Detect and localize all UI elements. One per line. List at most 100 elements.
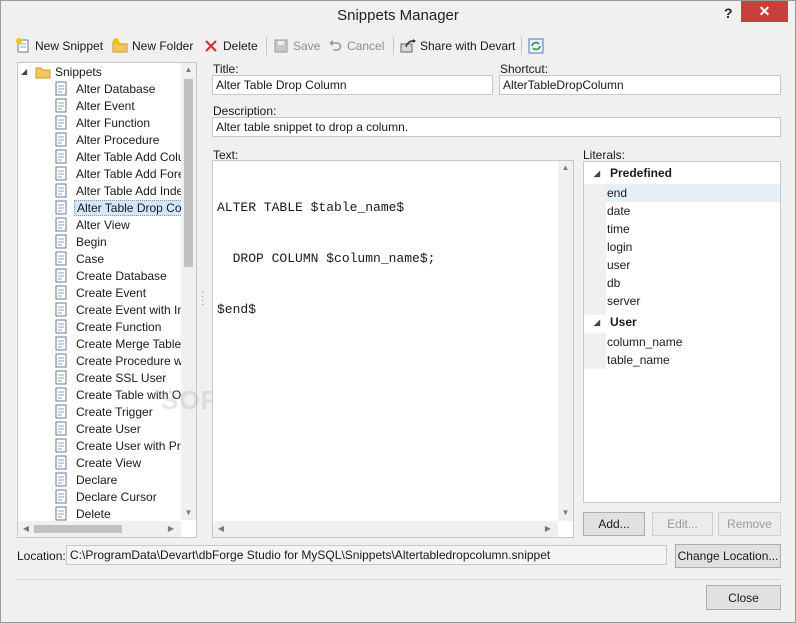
- tree-item[interactable]: Begin: [54, 233, 109, 250]
- literals-gutter: [584, 184, 606, 315]
- snippet-file-icon: [54, 268, 74, 283]
- tree-horizontal-scrollbar[interactable]: ◀ ▶: [18, 521, 181, 537]
- tree-root-snippets[interactable]: ◢ Snippets: [21, 63, 104, 80]
- snippet-file-icon: [54, 81, 74, 96]
- new-snippet-button[interactable]: New Snippet: [15, 35, 103, 57]
- edit-literal-button[interactable]: Edit...: [652, 512, 713, 536]
- scroll-left-arrow-icon[interactable]: ◀: [216, 524, 226, 533]
- location-label: Location:: [17, 549, 66, 563]
- literal-item[interactable]: db: [606, 274, 780, 292]
- tree-item[interactable]: Alter Procedure: [54, 131, 161, 148]
- editor-horizontal-scrollbar[interactable]: ◀ ▶: [213, 521, 558, 537]
- tree-item-label: Create User with Priv: [76, 438, 190, 453]
- snippet-file-icon: [54, 166, 74, 181]
- snippet-file-icon: [54, 115, 74, 130]
- refresh-button[interactable]: [528, 35, 544, 57]
- tree-root-label: Snippets: [55, 64, 102, 79]
- collapse-arrow-icon[interactable]: ◢: [584, 169, 610, 178]
- scroll-left-arrow-icon[interactable]: ◀: [21, 524, 31, 533]
- save-button[interactable]: Save: [273, 35, 320, 57]
- share-with-devart-button[interactable]: Share with Devart: [400, 35, 515, 57]
- scroll-thumb[interactable]: [34, 525, 122, 533]
- tree-item[interactable]: Alter Table Add Colu: [54, 148, 187, 165]
- close-window-button[interactable]: ✕: [741, 1, 788, 22]
- scroll-up-arrow-icon[interactable]: ▲: [558, 163, 573, 172]
- tree-item[interactable]: Alter Database: [54, 80, 157, 97]
- tree-item[interactable]: Declare Cursor: [54, 488, 159, 505]
- shortcut-field[interactable]: AlterTableDropColumn: [499, 75, 781, 95]
- tree-item[interactable]: Create Merge Table: [54, 335, 183, 352]
- delete-button[interactable]: Delete: [203, 35, 258, 57]
- tree-item[interactable]: Create Procedure wit: [54, 352, 191, 369]
- tree-item-label: Begin: [76, 234, 107, 249]
- new-folder-button[interactable]: New Folder: [112, 35, 193, 57]
- snippet-file-icon: [54, 319, 74, 334]
- tree-item[interactable]: Create User with Priv: [54, 437, 191, 454]
- tree-item[interactable]: Case: [54, 250, 106, 267]
- cancel-button[interactable]: Cancel: [327, 35, 384, 57]
- change-location-button[interactable]: Change Location...: [675, 544, 781, 568]
- scroll-right-arrow-icon[interactable]: ▶: [543, 524, 553, 533]
- tree-vertical-scrollbar[interactable]: ▲ ▼: [181, 63, 196, 520]
- snippet-file-icon: [54, 387, 74, 402]
- editor-vertical-scrollbar[interactable]: ▲ ▼: [558, 161, 573, 521]
- tree-item[interactable]: Declare: [54, 471, 119, 488]
- collapse-arrow-icon[interactable]: ◢: [21, 67, 35, 76]
- tree-item[interactable]: Create Function: [54, 318, 163, 335]
- literal-item[interactable]: login: [606, 238, 780, 256]
- tree-item[interactable]: Alter Event: [54, 97, 137, 114]
- tree-item[interactable]: Create Event with Int: [54, 301, 189, 318]
- literal-item[interactable]: time: [606, 220, 780, 238]
- tree-item-label: Create SSL User: [76, 370, 167, 385]
- tree-item[interactable]: Create SSL User: [54, 369, 168, 386]
- tree-item[interactable]: Create View: [54, 454, 143, 471]
- literal-item[interactable]: column_name: [606, 333, 780, 351]
- literals-list[interactable]: ◢ Predefined end date time login user db…: [583, 161, 781, 503]
- tree-item[interactable]: Delete: [54, 505, 113, 522]
- help-button[interactable]: ?: [724, 5, 733, 21]
- literal-group-user[interactable]: ◢ User: [584, 311, 780, 333]
- add-literal-button[interactable]: Add...: [583, 512, 645, 536]
- tree-item[interactable]: Alter Table Drop Col: [54, 199, 188, 216]
- literal-item[interactable]: table_name: [606, 351, 780, 369]
- tree-item[interactable]: Alter Table Add Inde: [54, 182, 185, 199]
- tree-item[interactable]: Create Database: [54, 267, 169, 284]
- scroll-down-arrow-icon[interactable]: ▼: [558, 508, 573, 517]
- tree-item[interactable]: Alter View: [54, 216, 132, 233]
- tree-item[interactable]: Create Trigger: [54, 403, 155, 420]
- tree-item[interactable]: Alter Table Add Fore: [54, 165, 187, 182]
- save-icon: [273, 38, 289, 54]
- tree-item[interactable]: Alter Function: [54, 114, 152, 131]
- snippet-file-icon: [54, 370, 74, 385]
- title-field[interactable]: Alter Table Drop Column: [212, 75, 493, 95]
- literal-item[interactable]: date: [606, 202, 780, 220]
- snippets-manager-window: Snippets Manager ? ✕ New Snippet New Fol…: [0, 0, 796, 623]
- remove-literal-button[interactable]: Remove: [718, 512, 781, 536]
- literal-item[interactable]: server: [606, 292, 780, 310]
- scroll-thumb[interactable]: [184, 79, 193, 267]
- splitter-grip[interactable]: · · · ·: [201, 288, 204, 310]
- toolbar-separator: [521, 37, 522, 55]
- literal-item[interactable]: end: [606, 184, 780, 202]
- code-content[interactable]: ALTER TABLE $table_name$ DROP COLUMN $co…: [217, 165, 435, 352]
- tree-item-label: Alter Event: [76, 98, 135, 113]
- literal-group-predefined[interactable]: ◢ Predefined: [584, 162, 780, 184]
- description-field[interactable]: Alter table snippet to drop a column.: [212, 117, 781, 137]
- shortcut-label: Shortcut:: [500, 62, 549, 76]
- tree-item[interactable]: Create Event: [54, 284, 148, 301]
- scroll-right-arrow-icon[interactable]: ▶: [166, 524, 176, 533]
- snippet-tree[interactable]: ◢ Snippets Alter Database Alter Event Alte…: [17, 62, 197, 538]
- snippet-file-icon: [54, 404, 74, 419]
- share-label: Share with Devart: [420, 39, 516, 53]
- location-path-field[interactable]: C:\ProgramData\Devart\dbForge Studio for…: [66, 545, 667, 565]
- scroll-down-arrow-icon[interactable]: ▼: [181, 508, 196, 517]
- scroll-up-arrow-icon[interactable]: ▲: [181, 65, 196, 74]
- tree-item-label: Delete: [76, 506, 111, 521]
- literal-item[interactable]: user: [606, 256, 780, 274]
- tree-item-label: Create Function: [76, 319, 162, 334]
- snippet-text-editor[interactable]: ALTER TABLE $table_name$ DROP COLUMN $co…: [212, 160, 574, 538]
- tree-item[interactable]: Create User: [54, 420, 143, 437]
- new-snippet-label: New Snippet: [35, 39, 104, 53]
- close-button[interactable]: Close: [706, 585, 781, 610]
- collapse-arrow-icon[interactable]: ◢: [584, 318, 610, 327]
